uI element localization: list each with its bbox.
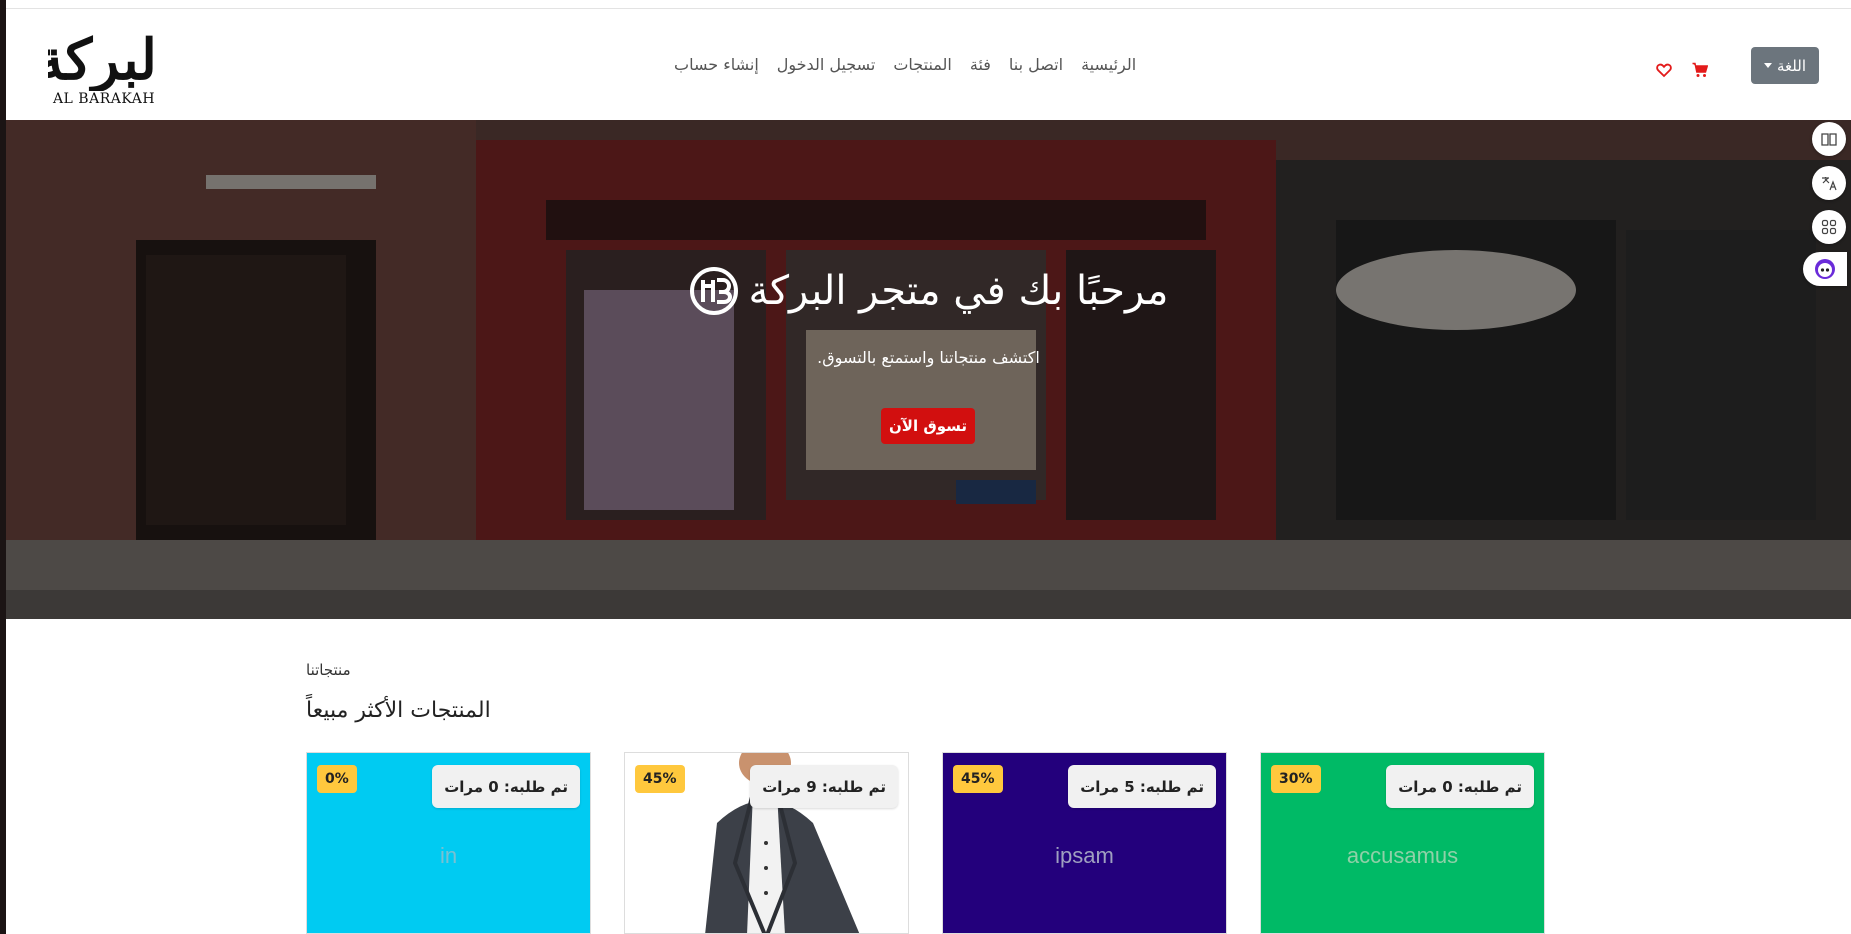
main-nav: إنشاء حساب تسجيل الدخول المنتجات فئة اتص… bbox=[674, 55, 1136, 83]
product-grid: in تم طلبه: 0 مرات 0% تم طلبه: 9 مرات 45… bbox=[306, 752, 1556, 934]
discount-badge: 0% bbox=[317, 765, 357, 793]
nav-home[interactable]: الرئيسية bbox=[1081, 55, 1136, 83]
logo-badge-icon bbox=[689, 267, 738, 315]
discount-badge: 30% bbox=[1271, 765, 1321, 793]
translate-icon[interactable] bbox=[1812, 166, 1846, 200]
order-count-badge: تم طلبه: 0 مرات bbox=[432, 765, 580, 808]
assistant-icon[interactable] bbox=[1803, 252, 1847, 286]
product-name: in bbox=[439, 843, 458, 868]
product-name: ipsam bbox=[1055, 843, 1114, 868]
page: البركة AL BARAKAH إنشاء حساب تسجيل الدخو… bbox=[6, 0, 1851, 934]
nav-register[interactable]: إنشاء حساب bbox=[674, 55, 759, 83]
nav-login[interactable]: تسجيل الدخول bbox=[777, 55, 876, 83]
product-card[interactable]: تم طلبه: 9 مرات 45% bbox=[624, 752, 909, 934]
nav-icons bbox=[1656, 62, 1708, 78]
language-dropdown-button[interactable]: اللغة bbox=[1751, 47, 1819, 84]
hero-title: مرحبًا بك في متجر البركة bbox=[6, 266, 1851, 316]
language-label: اللغة bbox=[1777, 56, 1806, 75]
product-name: accusamus bbox=[1346, 843, 1459, 868]
brand-logo[interactable]: البركة AL BARAKAH bbox=[48, 23, 160, 115]
shop-now-button[interactable]: تسوق الآن bbox=[881, 408, 975, 444]
order-count-badge: تم طلبه: 5 مرات bbox=[1068, 765, 1216, 808]
nav-category[interactable]: فئة bbox=[970, 55, 991, 83]
navbar: البركة AL BARAKAH إنشاء حساب تسجيل الدخو… bbox=[6, 9, 1851, 120]
side-toolbar bbox=[1803, 122, 1848, 286]
order-count-badge: تم طلبه: 9 مرات bbox=[750, 765, 898, 808]
hero-overlay bbox=[6, 120, 1851, 619]
apps-icon[interactable] bbox=[1812, 210, 1846, 244]
product-card[interactable]: in تم طلبه: 0 مرات 0% bbox=[306, 752, 591, 934]
product-card[interactable]: accusamus تم طلبه: 0 مرات 30% bbox=[1260, 752, 1545, 934]
nav-contact[interactable]: اتصل بنا bbox=[1009, 55, 1063, 83]
product-card[interactable]: ipsam تم طلبه: 5 مرات 45% bbox=[942, 752, 1227, 934]
hero-subtitle: اكتشف منتجاتنا واستمتع بالتسوق. bbox=[817, 348, 1040, 367]
order-count-badge: تم طلبه: 0 مرات bbox=[1386, 765, 1534, 808]
brand-logo-english: AL BARAKAH bbox=[52, 91, 156, 107]
book-icon[interactable] bbox=[1812, 122, 1846, 156]
hero-banner: مرحبًا بك في متجر البركة اكتشف منتجاتنا … bbox=[6, 120, 1851, 619]
section-label: منتجاتنا bbox=[306, 661, 351, 679]
heart-icon[interactable] bbox=[1656, 62, 1672, 78]
nav-products[interactable]: المنتجات bbox=[893, 55, 952, 83]
discount-badge: 45% bbox=[953, 765, 1003, 793]
chevron-down-icon bbox=[1764, 63, 1773, 68]
cart-icon[interactable] bbox=[1692, 62, 1708, 78]
section-title: المنتجات الأكثر مبيعاً bbox=[306, 698, 491, 723]
hero-title-text: مرحبًا بك في متجر البركة bbox=[748, 268, 1169, 314]
brand-logo-mark: البركة bbox=[48, 27, 160, 91]
brand-logo-arabic: البركة bbox=[48, 27, 160, 91]
discount-badge: 45% bbox=[635, 765, 685, 793]
